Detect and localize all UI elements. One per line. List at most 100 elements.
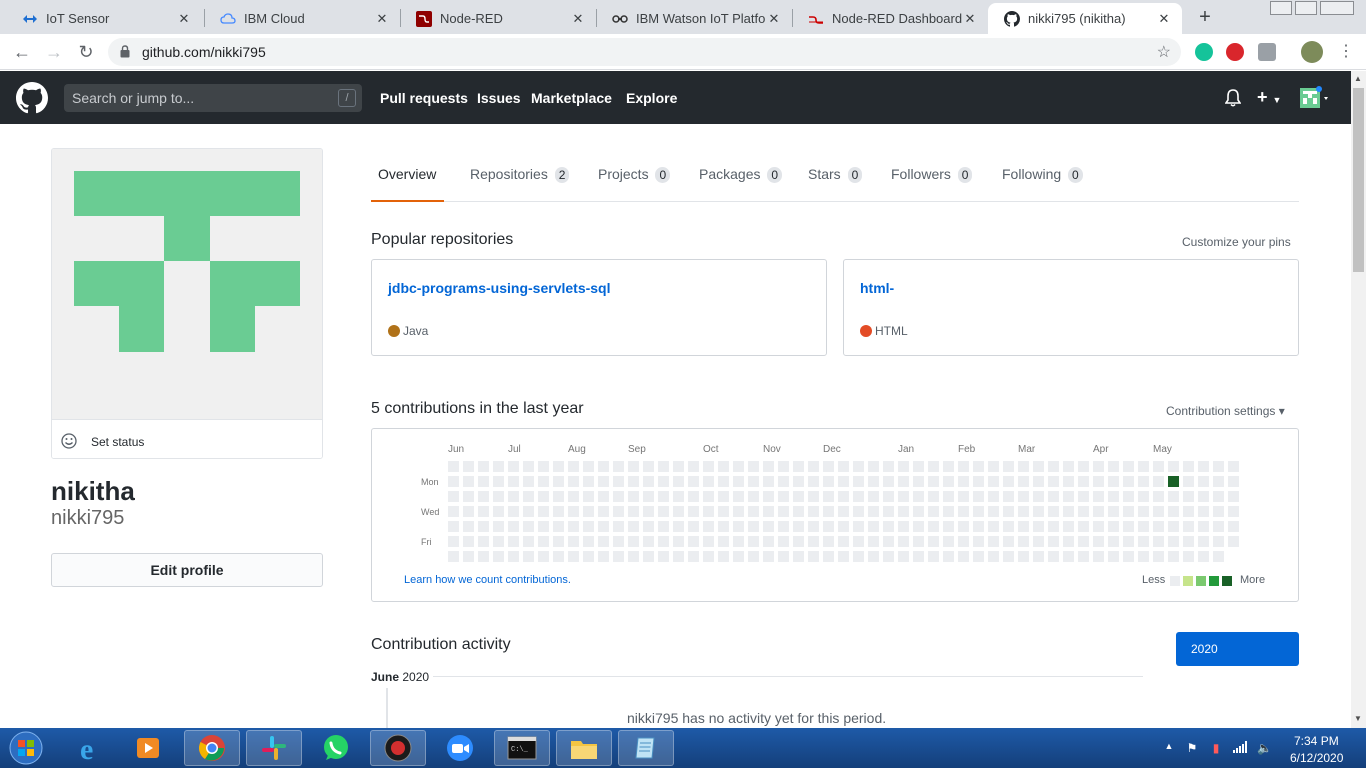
contribution-day-cell[interactable] bbox=[688, 506, 699, 517]
contribution-day-cell[interactable] bbox=[853, 521, 864, 532]
contribution-day-cell[interactable] bbox=[1003, 506, 1014, 517]
contribution-day-cell[interactable] bbox=[643, 536, 654, 547]
contribution-day-cell[interactable] bbox=[973, 521, 984, 532]
contribution-day-cell[interactable] bbox=[703, 491, 714, 502]
contribution-day-cell[interactable] bbox=[958, 461, 969, 472]
browser-tab-watson-iot[interactable]: IBM Watson IoT Platform ✕ bbox=[596, 3, 792, 34]
contribution-day-cell[interactable] bbox=[1078, 461, 1089, 472]
contribution-day-cell[interactable] bbox=[553, 476, 564, 487]
plus-dropdown-icon[interactable]: + ▼ bbox=[1257, 87, 1281, 108]
contribution-day-cell[interactable] bbox=[538, 491, 549, 502]
contribution-day-cell[interactable] bbox=[1093, 551, 1104, 562]
contribution-day-cell[interactable] bbox=[748, 536, 759, 547]
contribution-day-cell[interactable] bbox=[1003, 536, 1014, 547]
contribution-day-cell[interactable] bbox=[613, 491, 624, 502]
contribution-day-cell[interactable] bbox=[1018, 551, 1029, 562]
contribution-day-cell[interactable] bbox=[1213, 491, 1224, 502]
back-arrow-icon[interactable]: ← bbox=[10, 40, 34, 64]
contribution-day-cell[interactable] bbox=[943, 551, 954, 562]
contribution-day-cell[interactable] bbox=[1093, 491, 1104, 502]
contribution-day-cell[interactable] bbox=[658, 476, 669, 487]
contribution-day-cell[interactable] bbox=[973, 506, 984, 517]
contribution-day-cell[interactable] bbox=[1063, 461, 1074, 472]
contribution-day-cell[interactable] bbox=[823, 536, 834, 547]
contribution-day-cell[interactable] bbox=[898, 476, 909, 487]
contribution-day-cell[interactable] bbox=[973, 476, 984, 487]
contribution-day-cell[interactable] bbox=[628, 461, 639, 472]
contribution-day-cell[interactable] bbox=[673, 506, 684, 517]
contribution-day-cell[interactable] bbox=[478, 536, 489, 547]
contribution-day-cell[interactable] bbox=[853, 551, 864, 562]
contribution-day-cell[interactable] bbox=[958, 491, 969, 502]
contribution-day-cell[interactable] bbox=[628, 521, 639, 532]
contribution-day-cell[interactable] bbox=[943, 461, 954, 472]
show-hidden-icons-arrow[interactable]: ▲ bbox=[1162, 741, 1176, 755]
contribution-day-cell[interactable] bbox=[1183, 491, 1194, 502]
contribution-day-cell[interactable] bbox=[673, 536, 684, 547]
contribution-day-cell[interactable] bbox=[1003, 491, 1014, 502]
contribution-day-cell[interactable] bbox=[523, 476, 534, 487]
contribution-day-cell[interactable] bbox=[1123, 536, 1134, 547]
contribution-day-cell[interactable] bbox=[523, 536, 534, 547]
contribution-day-cell[interactable] bbox=[1018, 476, 1029, 487]
contribution-day-cell[interactable] bbox=[838, 461, 849, 472]
contribution-day-cell[interactable] bbox=[553, 506, 564, 517]
contribution-day-cell[interactable] bbox=[823, 461, 834, 472]
contribution-day-cell[interactable] bbox=[1228, 536, 1239, 547]
contribution-day-cell[interactable] bbox=[823, 506, 834, 517]
contribution-day-cell[interactable] bbox=[613, 461, 624, 472]
contribution-day-cell[interactable] bbox=[1183, 506, 1194, 517]
contribution-day-cell[interactable] bbox=[763, 551, 774, 562]
menu-dots-icon[interactable]: ⋮ bbox=[1334, 40, 1358, 64]
contribution-day-cell[interactable] bbox=[1018, 491, 1029, 502]
contribution-day-cell[interactable] bbox=[1093, 521, 1104, 532]
file-explorer-icon[interactable] bbox=[556, 730, 612, 766]
contribution-day-cell[interactable] bbox=[1138, 521, 1149, 532]
contribution-day-cell[interactable] bbox=[538, 506, 549, 517]
contribution-day-cell[interactable] bbox=[553, 536, 564, 547]
contribution-day-cell[interactable] bbox=[673, 461, 684, 472]
contribution-day-cell[interactable] bbox=[1078, 506, 1089, 517]
contribution-day-cell[interactable] bbox=[883, 491, 894, 502]
contribution-day-cell[interactable] bbox=[538, 536, 549, 547]
contribution-day-cell[interactable] bbox=[1003, 551, 1014, 562]
contribution-day-cell[interactable] bbox=[958, 521, 969, 532]
contribution-day-cell[interactable] bbox=[838, 506, 849, 517]
contribution-day-cell[interactable] bbox=[1213, 476, 1224, 487]
contribution-day-cell[interactable] bbox=[1123, 476, 1134, 487]
contribution-day-cell[interactable] bbox=[883, 461, 894, 472]
close-icon[interactable]: ✕ bbox=[374, 11, 390, 27]
contribution-day-cell[interactable] bbox=[913, 506, 924, 517]
contribution-day-cell[interactable] bbox=[448, 521, 459, 532]
contribution-day-cell[interactable] bbox=[1063, 476, 1074, 487]
tab-stars[interactable]: Stars 0 bbox=[808, 148, 863, 202]
contribution-day-cell[interactable] bbox=[748, 476, 759, 487]
contribution-day-cell[interactable] bbox=[1168, 461, 1179, 472]
contribution-day-cell[interactable] bbox=[1138, 461, 1149, 472]
address-bar[interactable]: github.com/nikki795 ☆ bbox=[108, 38, 1181, 66]
contribution-day-cell[interactable] bbox=[553, 551, 564, 562]
contribution-day-cell[interactable] bbox=[703, 536, 714, 547]
contribution-day-cell[interactable] bbox=[1153, 536, 1164, 547]
contribution-day-cell[interactable] bbox=[643, 461, 654, 472]
contribution-day-cell[interactable] bbox=[598, 506, 609, 517]
new-tab-button[interactable]: + bbox=[1191, 5, 1219, 29]
repo-name-link[interactable]: html- bbox=[860, 280, 894, 296]
contribution-day-cell[interactable] bbox=[1033, 491, 1044, 502]
contribution-day-cell[interactable] bbox=[463, 551, 474, 562]
contribution-day-cell[interactable] bbox=[1138, 491, 1149, 502]
contribution-day-cell[interactable] bbox=[508, 521, 519, 532]
close-icon[interactable]: ✕ bbox=[570, 11, 586, 27]
contribution-day-cell[interactable] bbox=[448, 491, 459, 502]
contribution-day-cell[interactable] bbox=[1093, 536, 1104, 547]
command-prompt-icon[interactable]: C:\_ bbox=[494, 730, 550, 766]
contribution-day-cell[interactable] bbox=[1093, 506, 1104, 517]
contribution-day-cell[interactable] bbox=[718, 476, 729, 487]
contribution-day-cell[interactable] bbox=[1198, 476, 1209, 487]
contribution-day-cell[interactable] bbox=[913, 551, 924, 562]
contribution-day-cell[interactable] bbox=[1198, 521, 1209, 532]
contribution-day-cell[interactable] bbox=[688, 521, 699, 532]
contribution-day-cell[interactable] bbox=[643, 506, 654, 517]
contribution-day-cell[interactable] bbox=[1183, 521, 1194, 532]
contribution-day-cell[interactable] bbox=[973, 491, 984, 502]
